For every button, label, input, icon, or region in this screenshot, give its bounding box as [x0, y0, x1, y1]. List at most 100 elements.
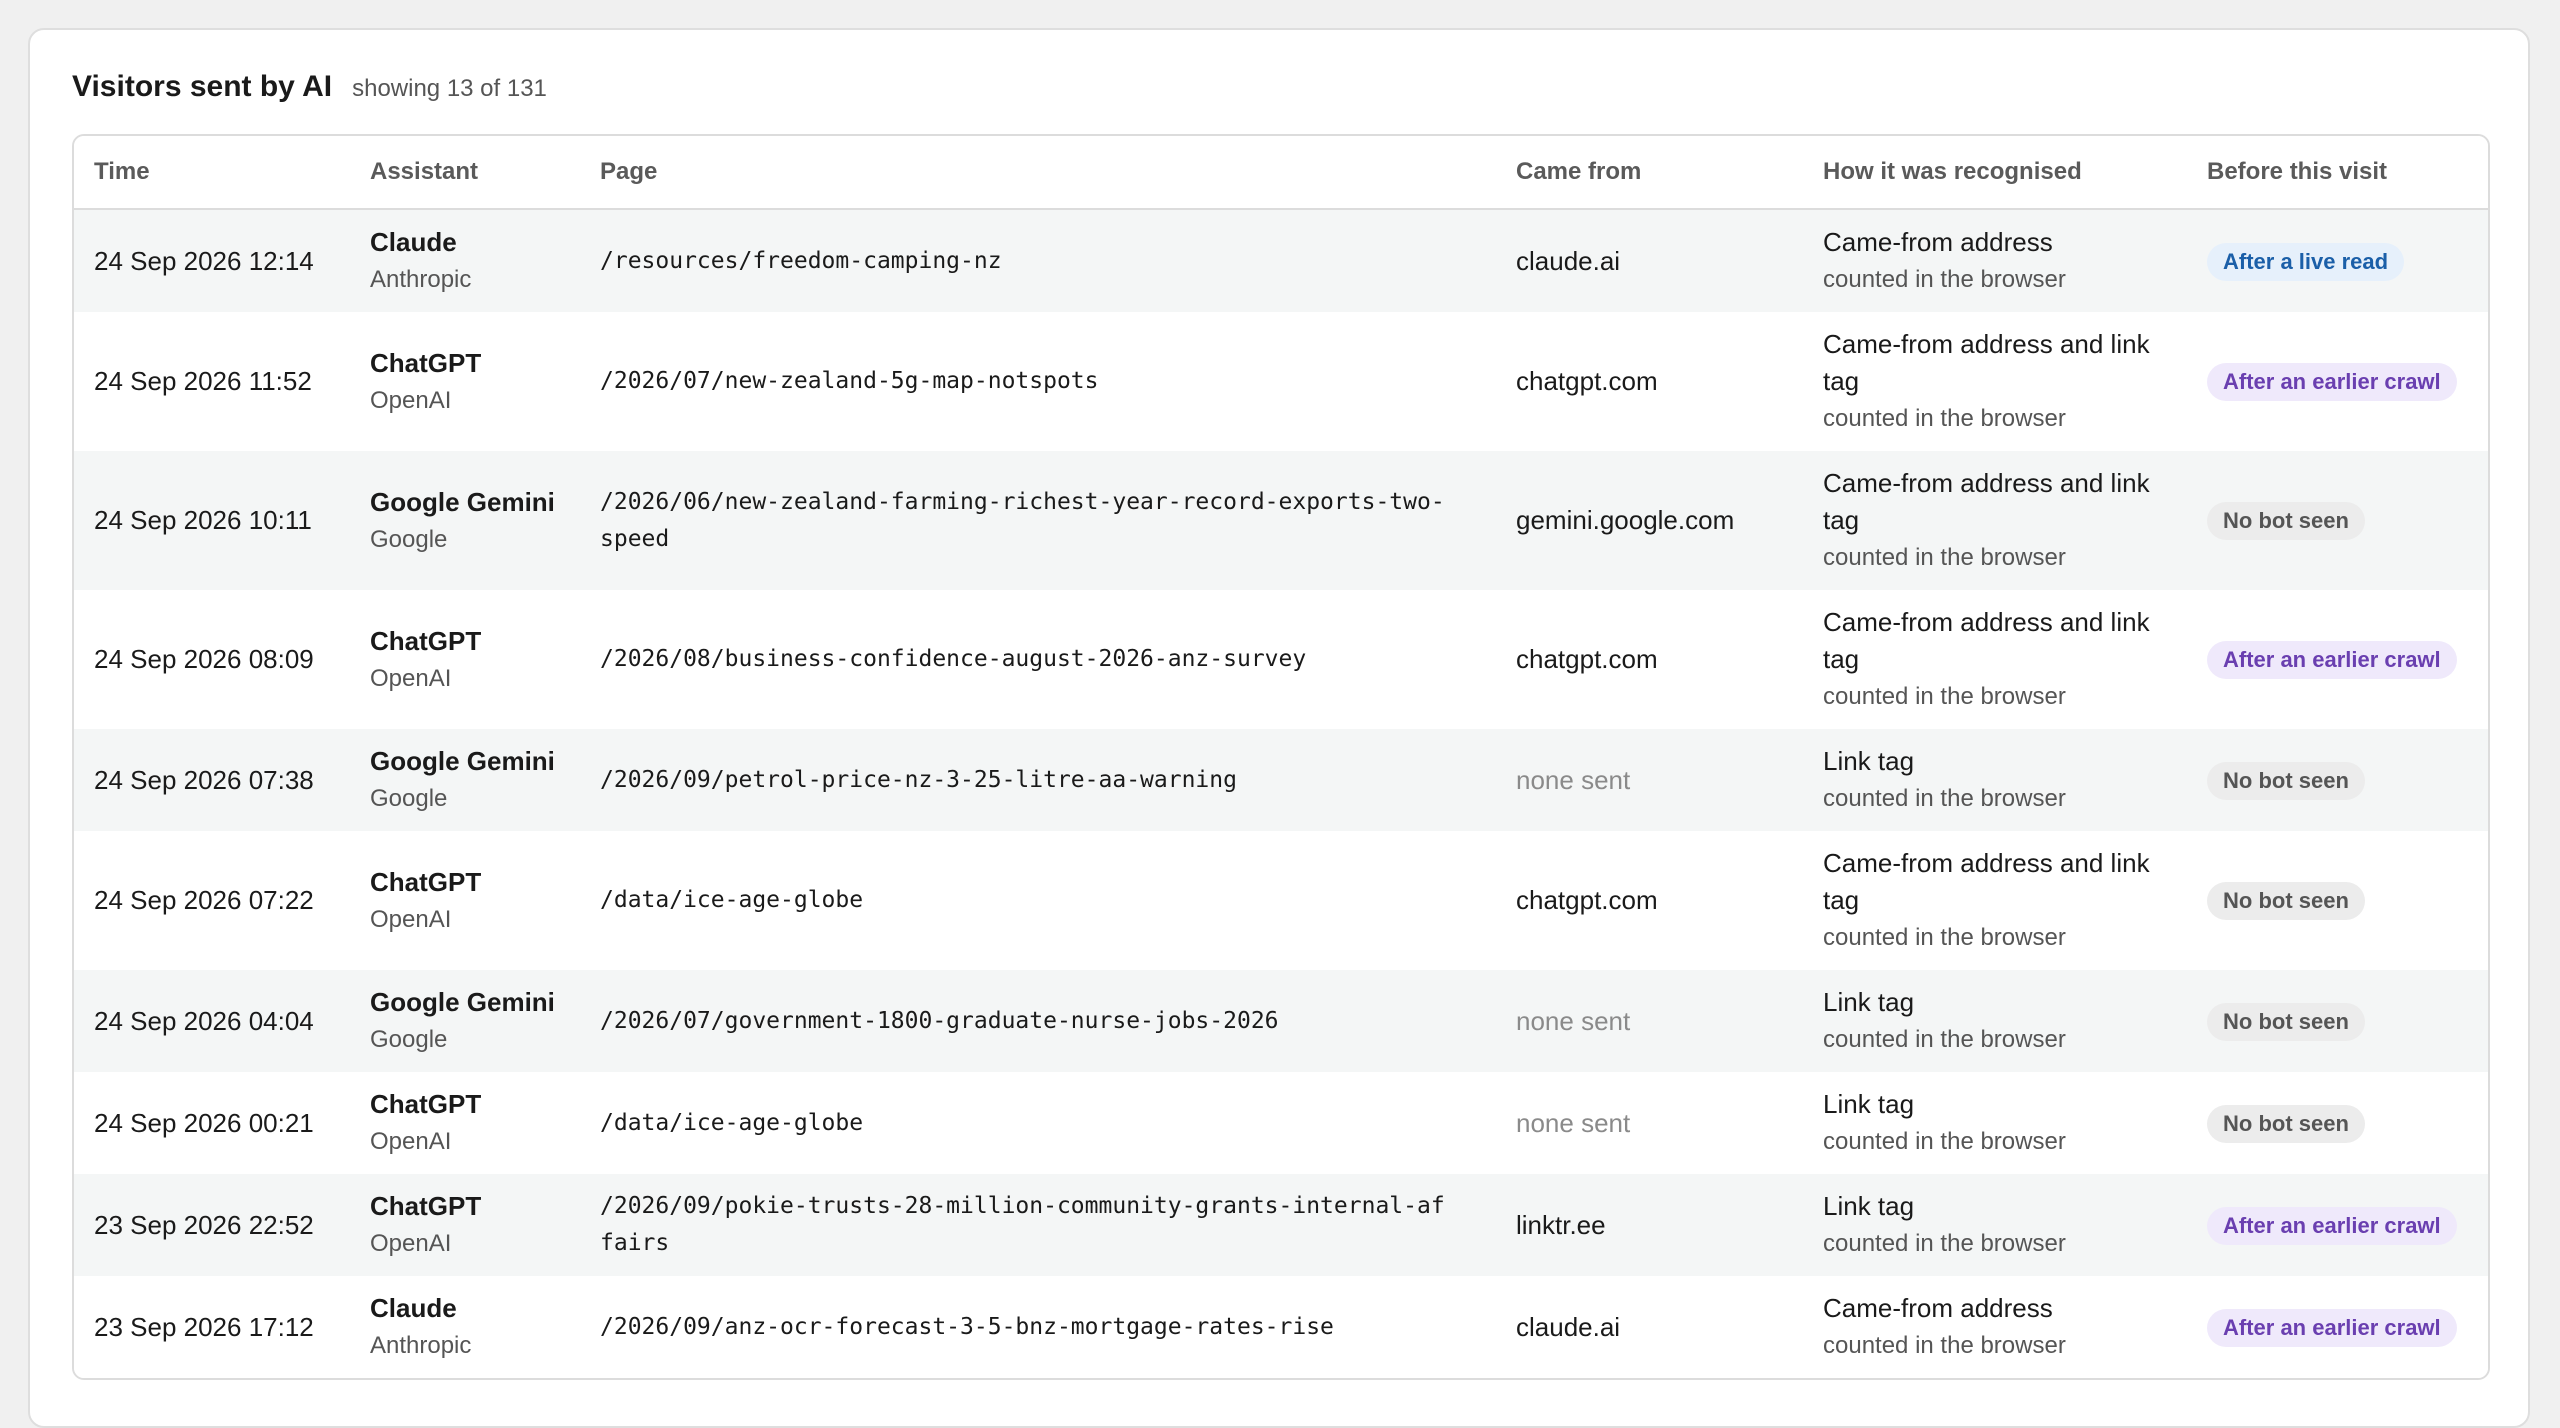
assistant-name: Google Gemini	[370, 746, 555, 776]
came-from: chatgpt.com	[1496, 312, 1803, 451]
page-path[interactable]: /2026/07/new-zealand-5g-map-notspots	[580, 312, 1496, 451]
recognition-cell: Link tag counted in the browser	[1803, 1072, 2187, 1174]
column-header-recognised[interactable]: How it was recognised	[1803, 136, 2187, 210]
assistant-cell: Claude Anthropic	[350, 209, 580, 312]
status-badge: No bot seen	[2207, 761, 2365, 800]
assistant-name: ChatGPT	[370, 866, 482, 897]
status-badge: No bot seen	[2207, 502, 2365, 540]
table-row[interactable]: 24 Sep 2026 12:14 Claude Anthropic/resourc…	[74, 209, 2488, 312]
assistant-org: Anthropic	[370, 266, 472, 293]
assistant-org: Google	[370, 1026, 448, 1053]
page-path[interactable]: /2026/09/pokie-trusts-28-million-communi…	[580, 1174, 1496, 1276]
assistant-cell: Google Gemini Google	[350, 451, 580, 590]
page-path[interactable]: /data/ice-age-globe	[580, 831, 1496, 970]
assistant-cell: ChatGPT OpenAI	[350, 312, 580, 451]
recognition-note: counted in the browser	[1823, 1230, 2066, 1257]
recognition-note: counted in the browser	[1823, 405, 2066, 432]
recognition-cell: Came-from address and link tag counted in…	[1803, 590, 2187, 729]
table-row[interactable]: 24 Sep 2026 07:22 ChatGPT OpenAI/data/ice-…	[74, 831, 2488, 970]
status-badge: No bot seen	[2207, 1002, 2365, 1041]
assistant-name: ChatGPT	[370, 625, 482, 656]
recognition-note: counted in the browser	[1823, 1332, 2066, 1359]
recognition-method: Came-from address	[1823, 1293, 2053, 1323]
assistant-name: ChatGPT	[370, 347, 482, 378]
status-badge: After an earlier crawl	[2207, 641, 2457, 679]
table-row[interactable]: 24 Sep 2026 00:21 ChatGPT OpenAI/data/ice-…	[74, 1072, 2488, 1174]
status-badge: After an earlier crawl	[2207, 1206, 2457, 1245]
assistant-org: Google	[370, 525, 448, 553]
assistant-org: Google	[370, 785, 448, 812]
visit-time: 24 Sep 2026 00:21	[74, 1072, 350, 1174]
visit-time: 24 Sep 2026 08:09	[74, 590, 350, 729]
visit-time: 24 Sep 2026 04:04	[74, 970, 350, 1072]
before-cell: After a live read	[2187, 209, 2488, 312]
recognition-note: counted in the browser	[1823, 544, 2066, 571]
recognition-method: Came-from address and link tag	[1823, 468, 2150, 535]
column-header-time[interactable]: Time	[74, 136, 350, 210]
page-path[interactable]: /resources/freedom-camping-nz	[580, 209, 1496, 312]
recognition-note: counted in the browser	[1823, 683, 2066, 710]
assistant-name: Claude	[370, 1293, 457, 1323]
recognition-cell: Link tag counted in the browser	[1803, 729, 2187, 831]
status-badge: No bot seen	[2207, 882, 2365, 920]
assistant-cell: ChatGPT OpenAI	[350, 1072, 580, 1174]
card-title: Visitors sent by AI	[72, 70, 333, 103]
before-cell: After an earlier crawl	[2187, 312, 2488, 451]
column-header-assistant[interactable]: Assistant	[350, 136, 580, 210]
recognition-method: Came-from address and link tag	[1823, 607, 2150, 674]
table-row[interactable]: 24 Sep 2026 04:04 Google Gemini Google/202…	[74, 970, 2488, 1072]
visit-time: 23 Sep 2026 17:12	[74, 1276, 350, 1378]
before-cell: After an earlier crawl	[2187, 590, 2488, 729]
assistant-name: ChatGPT	[370, 1089, 482, 1119]
table-row[interactable]: 24 Sep 2026 10:11 Google Gemini Google/202…	[74, 451, 2488, 590]
came-from: chatgpt.com	[1496, 831, 1803, 970]
recognition-cell: Came-from address and link tag counted in…	[1803, 831, 2187, 970]
column-header-page[interactable]: Page	[580, 136, 1496, 210]
before-cell: No bot seen	[2187, 451, 2488, 590]
column-header-came-from[interactable]: Came from	[1496, 136, 1803, 210]
table-row[interactable]: 23 Sep 2026 22:52 ChatGPT OpenAI/2026/09/p…	[74, 1174, 2488, 1276]
status-badge: No bot seen	[2207, 1104, 2365, 1143]
recognition-note: counted in the browser	[1823, 266, 2066, 293]
before-cell: No bot seen	[2187, 970, 2488, 1072]
assistant-org: OpenAI	[370, 1128, 452, 1155]
recognition-note: counted in the browser	[1823, 1026, 2066, 1053]
recognition-method: Link tag	[1823, 1089, 1915, 1119]
table-header-row: Time Assistant Page Came from How it was…	[74, 136, 2488, 210]
page-path[interactable]: /2026/07/government-1800-graduate-nurse-…	[580, 970, 1496, 1072]
page-path[interactable]: /data/ice-age-globe	[580, 1072, 1496, 1174]
recognition-cell: Link tag counted in the browser	[1803, 1174, 2187, 1276]
recognition-cell: Came-from address counted in the browser	[1803, 209, 2187, 312]
recognition-cell: Came-from address and link tag counted in…	[1803, 312, 2187, 451]
column-header-before[interactable]: Before this visit	[2187, 136, 2488, 210]
table-row[interactable]: 23 Sep 2026 17:12 Claude Anthropic/2026/09…	[74, 1276, 2488, 1378]
recognition-method: Came-from address and link tag	[1823, 848, 2150, 915]
table-row[interactable]: 24 Sep 2026 11:52 ChatGPT OpenAI/2026/07/n…	[74, 312, 2488, 451]
assistant-name: Google Gemini	[370, 987, 555, 1017]
page-path[interactable]: /2026/06/new-zealand-farming-richest-yea…	[580, 451, 1496, 590]
page-path[interactable]: /2026/09/anz-ocr-forecast-3-5-bnz-mortga…	[580, 1276, 1496, 1378]
status-badge: After an earlier crawl	[2207, 1308, 2457, 1347]
page-path[interactable]: /2026/09/petrol-price-nz-3-25-litre-aa-w…	[580, 729, 1496, 831]
table-row[interactable]: 24 Sep 2026 08:09 ChatGPT OpenAI/2026/08/b…	[74, 590, 2488, 729]
came-from: claude.ai	[1496, 209, 1803, 312]
assistant-org: Anthropic	[370, 1332, 472, 1359]
recognition-cell: Came-from address counted in the browser	[1803, 1276, 2187, 1378]
before-cell: No bot seen	[2187, 729, 2488, 831]
recognition-cell: Link tag counted in the browser	[1803, 970, 2187, 1072]
came-from: gemini.google.com	[1496, 451, 1803, 590]
recognition-note: counted in the browser	[1823, 924, 2066, 951]
page-path[interactable]: /2026/08/business-confidence-august-2026…	[580, 590, 1496, 729]
assistant-cell: Google Gemini Google	[350, 970, 580, 1072]
visitors-card: Visitors sent by AI showing 13 of 131 Ti…	[28, 28, 2530, 1428]
card-header: Visitors sent by AI showing 13 of 131	[72, 70, 547, 104]
assistant-org: OpenAI	[370, 905, 452, 933]
table-row[interactable]: 24 Sep 2026 07:38 Google Gemini Google/202…	[74, 729, 2488, 831]
recognition-note: counted in the browser	[1823, 785, 2066, 812]
table-body: 24 Sep 2026 12:14 Claude Anthropic/resourc…	[74, 209, 2488, 1378]
recognition-method: Link tag	[1823, 746, 1915, 776]
recognition-method: Came-from address	[1823, 227, 2053, 257]
recognition-method: Came-from address and link tag	[1823, 329, 2150, 396]
assistant-name: ChatGPT	[370, 1191, 482, 1221]
before-cell: After an earlier crawl	[2187, 1276, 2488, 1378]
